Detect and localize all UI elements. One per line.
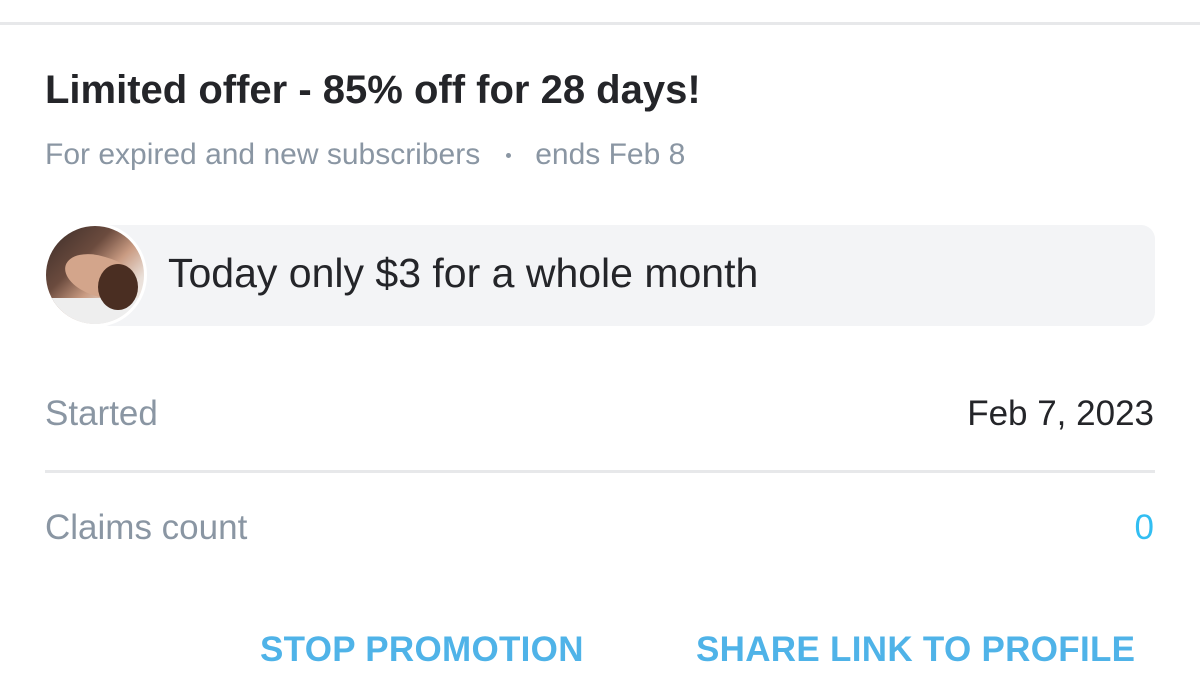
started-value: Feb 7, 2023	[967, 394, 1154, 433]
offer-end-date: ends Feb 8	[535, 138, 686, 171]
offer-audience: For expired and new subscribers	[45, 138, 481, 171]
avatar	[43, 223, 147, 327]
share-link-to-profile-button[interactable]: SHARE LINK TO PROFILE	[696, 630, 1135, 670]
offer-subtitle: For expired and new subscribers ends Feb…	[45, 138, 685, 172]
top-divider	[0, 22, 1200, 25]
stop-promotion-button[interactable]: STOP PROMOTION	[260, 630, 584, 670]
separator-dot	[506, 152, 512, 158]
offer-title: Limited offer - 85% off for 28 days!	[45, 68, 701, 112]
avatar-photo-hair	[98, 264, 138, 310]
started-label: Started	[45, 394, 158, 433]
claims-count-value[interactable]: 0	[1135, 508, 1154, 548]
details-divider	[45, 470, 1155, 473]
claims-count-label: Claims count	[45, 508, 248, 547]
promo-message-text: Today only $3 for a whole month	[168, 250, 759, 296]
promotion-card: Limited offer - 85% off for 28 days! For…	[0, 0, 1200, 687]
